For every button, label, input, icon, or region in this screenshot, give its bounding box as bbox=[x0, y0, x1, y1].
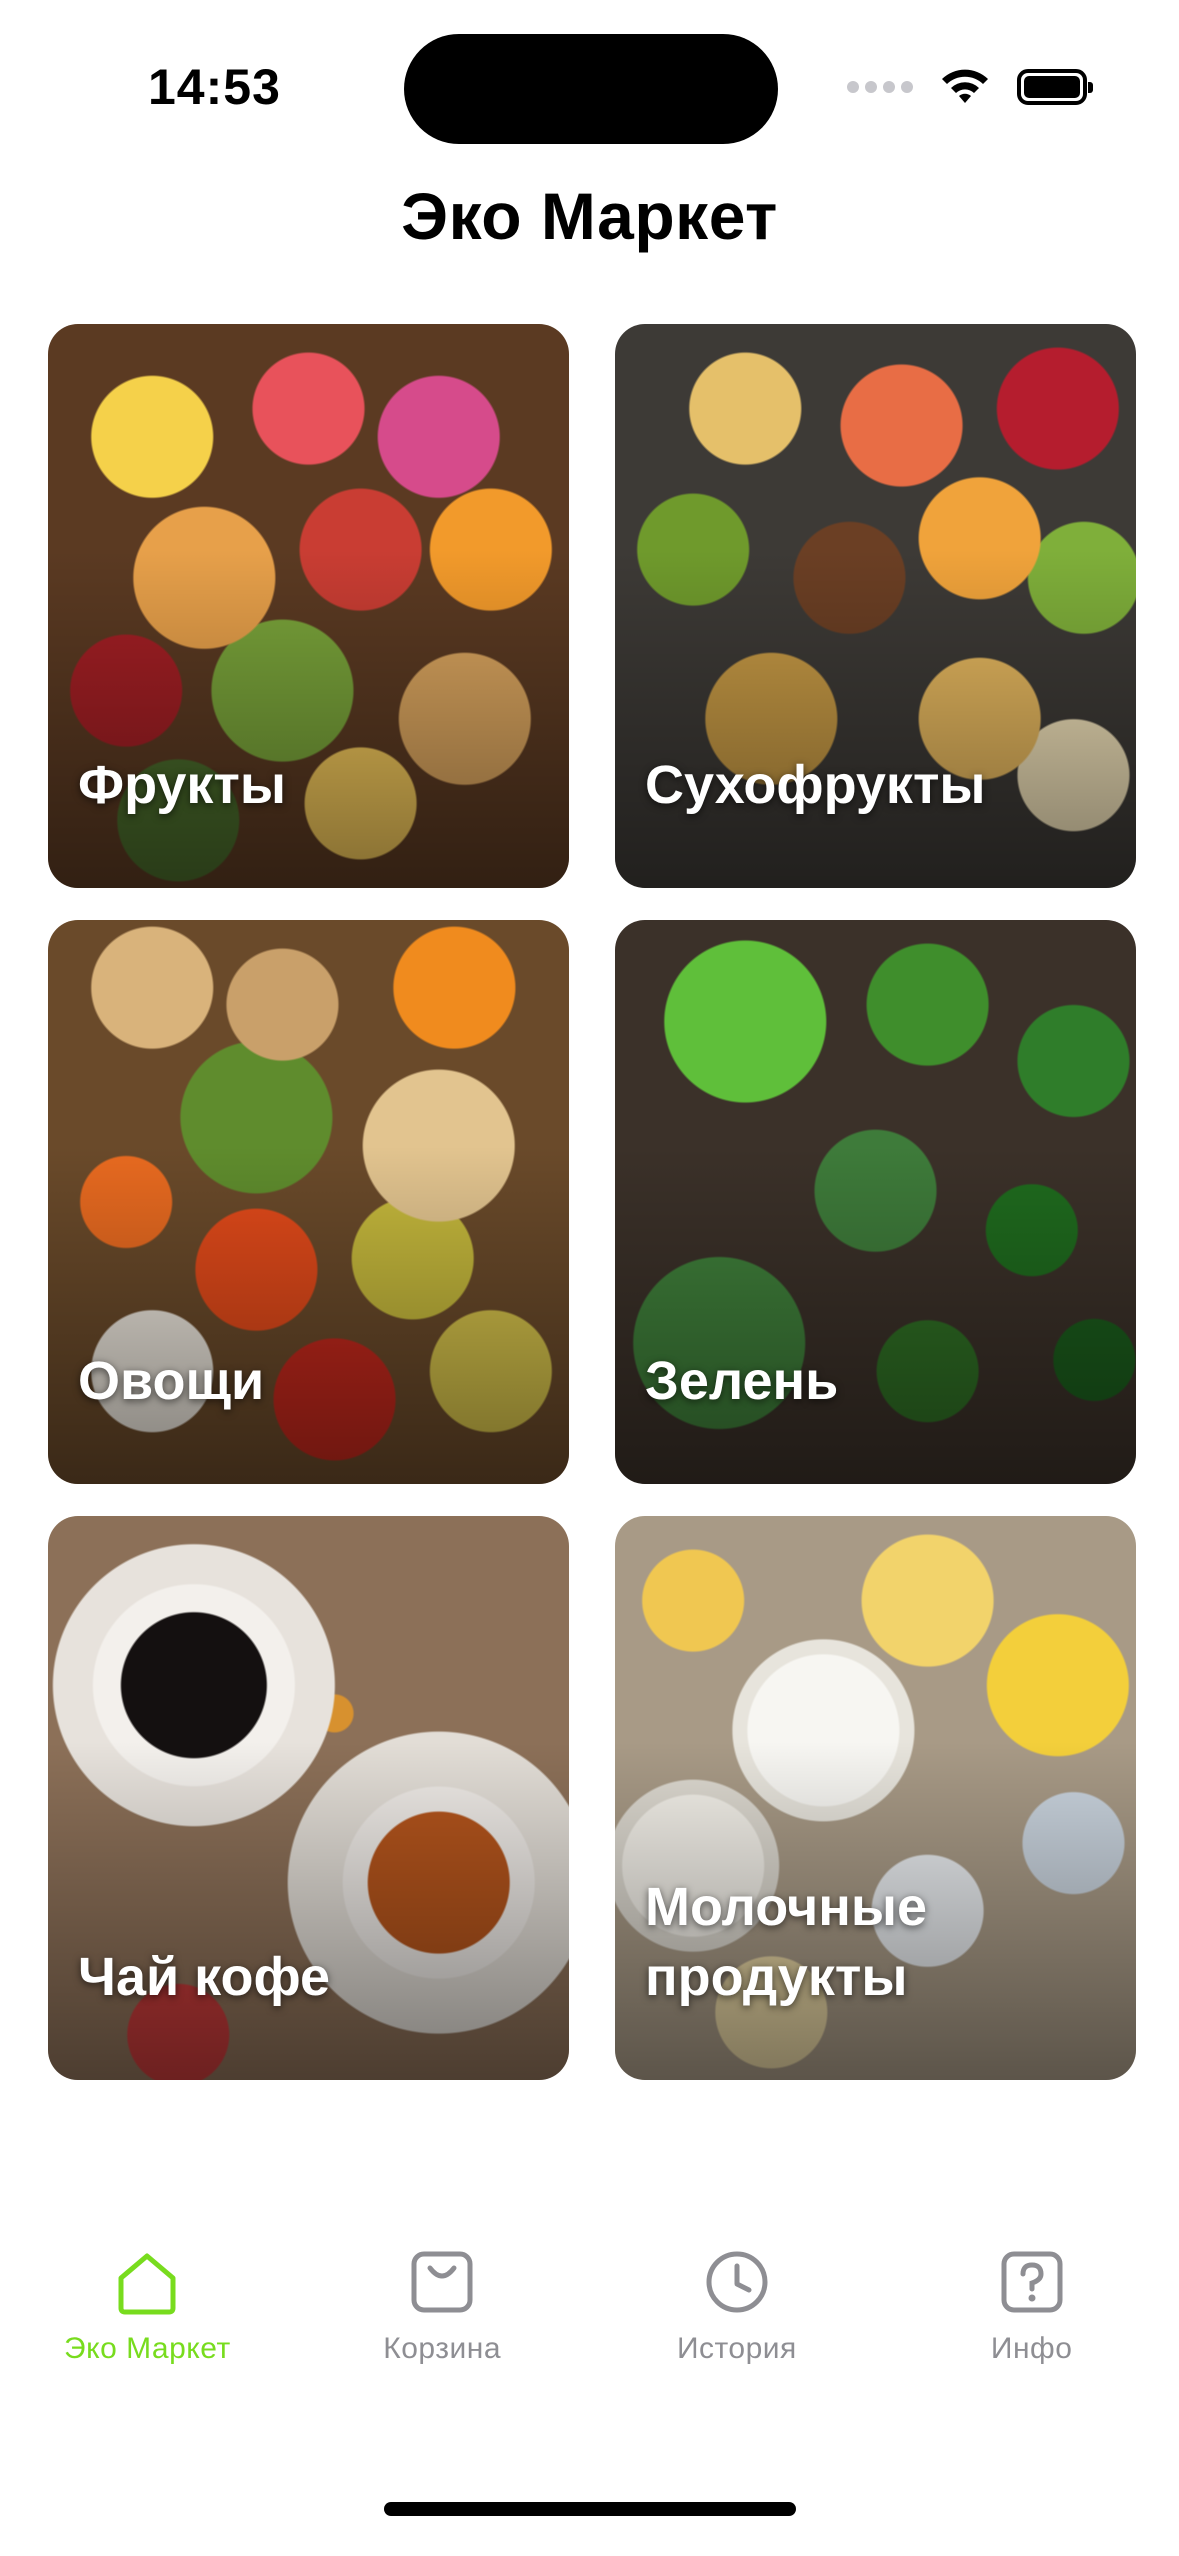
status-time: 14:53 bbox=[148, 59, 281, 115]
clock-icon bbox=[706, 2251, 768, 2313]
category-label: Зелень bbox=[645, 1351, 839, 1411]
tab-label: История bbox=[676, 2332, 797, 2365]
tab-eco-market[interactable]: Эко Маркет bbox=[27, 2246, 267, 2366]
battery-icon bbox=[1017, 69, 1093, 105]
page-title: Эко Маркет bbox=[401, 179, 778, 253]
category-card-dried-fruits[interactable]: Сухофрукты bbox=[615, 324, 1136, 888]
tab-label: Корзина bbox=[383, 2332, 502, 2365]
category-card-dairy[interactable]: Молочные продукты bbox=[615, 1516, 1136, 2080]
question-icon bbox=[1001, 2251, 1063, 2313]
category-grid: Фрукты Сухофрукты Овощи Зелень Чай кофе … bbox=[48, 324, 1136, 2080]
category-label: Сухофрукты bbox=[645, 755, 986, 815]
tab-info[interactable]: Инфо bbox=[912, 2246, 1152, 2366]
tab-history[interactable]: История bbox=[617, 2246, 857, 2366]
category-card-greens[interactable]: Зелень bbox=[615, 920, 1136, 1484]
tab-label: Инфо bbox=[990, 2332, 1073, 2365]
category-card-fruits[interactable]: Фрукты bbox=[48, 324, 569, 888]
status-icons bbox=[847, 62, 1093, 112]
tab-label: Эко Маркет bbox=[64, 2332, 231, 2365]
category-card-vegetables[interactable]: Овощи bbox=[48, 920, 569, 1484]
wifi-icon bbox=[942, 69, 988, 103]
home-icon bbox=[118, 2253, 176, 2315]
cellular-signal-icon bbox=[847, 81, 913, 93]
category-card-tea-coffee[interactable]: Чай кофе bbox=[48, 1516, 569, 2080]
dynamic-island bbox=[404, 34, 778, 144]
category-label: Чай кофе bbox=[78, 1947, 331, 2007]
tab-cart[interactable]: Корзина bbox=[322, 2246, 562, 2366]
bag-icon bbox=[411, 2251, 473, 2313]
home-indicator[interactable] bbox=[384, 2502, 796, 2516]
category-label: Молочные продукты bbox=[645, 1877, 927, 2007]
category-label: Овощи bbox=[78, 1351, 265, 1411]
screen: 14:53 Эко Маркет Фрукты Сухофрукты Овощи bbox=[0, 0, 1179, 2556]
category-label: Фрукты bbox=[78, 755, 286, 815]
tab-bar: Эко Маркет Корзина История Инфо bbox=[0, 2246, 1179, 2436]
